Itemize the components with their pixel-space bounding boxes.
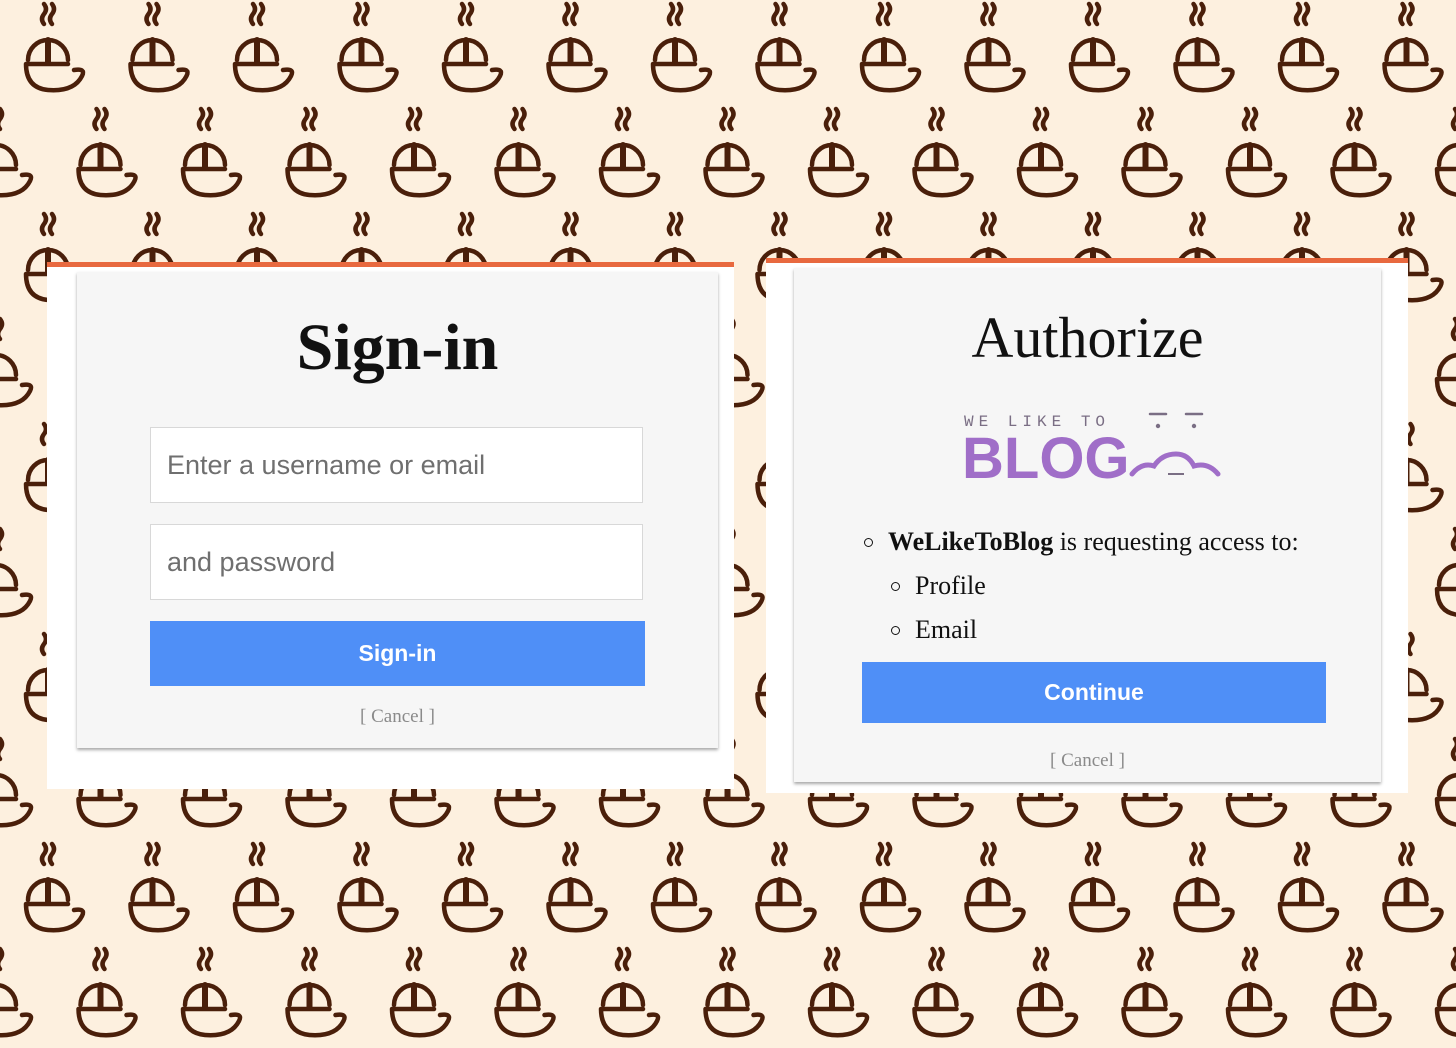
coffee-cup-icon: [1019, 109, 1076, 195]
coffee-cup-icon: [0, 739, 31, 825]
signin-cancel-link[interactable]: [ Cancel ]: [77, 706, 718, 728]
coffee-cup-icon: [183, 109, 240, 195]
coffee-cup-icon: [1176, 4, 1233, 90]
coffee-cup-icon: [497, 949, 554, 1035]
coffee-cup-icon: [0, 949, 31, 1035]
signin-card: Sign-in Sign-in [ Cancel ]: [77, 272, 718, 748]
coffee-cup-icon: [131, 844, 188, 930]
coffee-cup-icon: [1437, 319, 1456, 405]
accent-line: [47, 262, 734, 267]
coffee-cup-icon: [1437, 949, 1456, 1035]
app-name: WeLikeToBlog: [888, 527, 1054, 556]
coffee-cup-icon: [1333, 949, 1390, 1035]
coffee-cup-icon: [653, 4, 710, 90]
coffee-cup-icon: [653, 844, 710, 930]
coffee-cup-icon: [1071, 4, 1128, 90]
coffee-cup-icon: [1228, 109, 1285, 195]
authorize-card: Authorize WE LIKE TO BLOG WeLikeToBlog i…: [794, 268, 1381, 782]
coffee-cup-icon: [444, 4, 501, 90]
signin-button[interactable]: Sign-in: [150, 621, 645, 686]
coffee-cup-icon: [706, 109, 763, 195]
scope-item-profile: Profile: [891, 564, 1299, 608]
coffee-cup-icon: [601, 109, 658, 195]
svg-text:BLOG: BLOG: [962, 426, 1130, 488]
coffee-cup-icon: [1437, 109, 1456, 195]
coffee-cup-icon: [497, 109, 554, 195]
coffee-cup-icon: [915, 949, 972, 1035]
coffee-cup-icon: [26, 4, 83, 90]
coffee-cup-icon: [758, 844, 815, 930]
authorize-screenshot: Authorize WE LIKE TO BLOG WeLikeToBlog i…: [766, 258, 1408, 793]
coffee-cup-icon: [967, 4, 1024, 90]
authorize-cancel-link[interactable]: [ Cancel ]: [794, 750, 1381, 772]
coffee-cup-icon: [549, 4, 606, 90]
authorize-title: Authorize: [971, 305, 1204, 370]
coffee-cup-icon: [810, 949, 867, 1035]
coffee-cup-icon: [810, 109, 867, 195]
coffee-cup-icon: [1071, 844, 1128, 930]
coffee-cup-icon: [1124, 949, 1181, 1035]
coffee-cup-icon: [131, 4, 188, 90]
coffee-cup-icon: [392, 109, 449, 195]
coffee-cup-icon: [340, 844, 397, 930]
coffee-cup-icon: [915, 109, 972, 195]
coffee-cup-icon: [706, 949, 763, 1035]
coffee-cup-icon: [758, 4, 815, 90]
access-list: WeLikeToBlog is requesting access to: Pr…: [864, 520, 1299, 652]
we-like-to-blog-logo: WE LIKE TO BLOG: [962, 412, 1221, 488]
coffee-cup-icon: [1280, 844, 1337, 930]
coffee-cup-icon: [1280, 4, 1337, 90]
request-text: is requesting access to:: [1053, 527, 1299, 556]
coffee-cup-icon: [1385, 4, 1442, 90]
coffee-cup-icon: [1124, 109, 1181, 195]
coffee-cup-icon: [1019, 949, 1076, 1035]
signin-title: Sign-in: [296, 311, 499, 384]
coffee-cup-icon: [0, 529, 31, 615]
coffee-cup-icon: [288, 109, 345, 195]
coffee-cup-icon: [26, 844, 83, 930]
scope-item-email: Email: [891, 608, 1299, 652]
coffee-cup-icon: [288, 949, 345, 1035]
coffee-cup-icon: [862, 844, 919, 930]
coffee-cup-icon: [0, 319, 31, 405]
continue-button[interactable]: Continue: [862, 662, 1326, 723]
username-field[interactable]: [150, 427, 643, 503]
coffee-cup-icon: [235, 844, 292, 930]
coffee-cup-icon: [1437, 529, 1456, 615]
access-request-item: WeLikeToBlog is requesting access to:: [864, 520, 1299, 564]
coffee-cup-icon: [601, 949, 658, 1035]
coffee-cup-icon: [340, 4, 397, 90]
coffee-cup-icon: [444, 844, 501, 930]
coffee-cup-icon: [549, 844, 606, 930]
coffee-cup-icon: [1333, 109, 1390, 195]
signin-screenshot: Sign-in Sign-in [ Cancel ]: [47, 262, 734, 789]
coffee-cup-icon: [79, 109, 136, 195]
coffee-cup-icon: [862, 4, 919, 90]
accent-line: [766, 258, 1408, 263]
coffee-cup-icon: [967, 844, 1024, 930]
password-field[interactable]: [150, 524, 643, 600]
coffee-cup-icon: [235, 4, 292, 90]
coffee-cup-icon: [79, 949, 136, 1035]
coffee-cup-icon: [1437, 739, 1456, 825]
coffee-cup-icon: [0, 109, 31, 195]
coffee-cup-icon: [392, 949, 449, 1035]
coffee-cup-icon: [1228, 949, 1285, 1035]
coffee-cup-icon: [183, 949, 240, 1035]
coffee-cup-icon: [1176, 844, 1233, 930]
coffee-cup-icon: [1385, 844, 1442, 930]
